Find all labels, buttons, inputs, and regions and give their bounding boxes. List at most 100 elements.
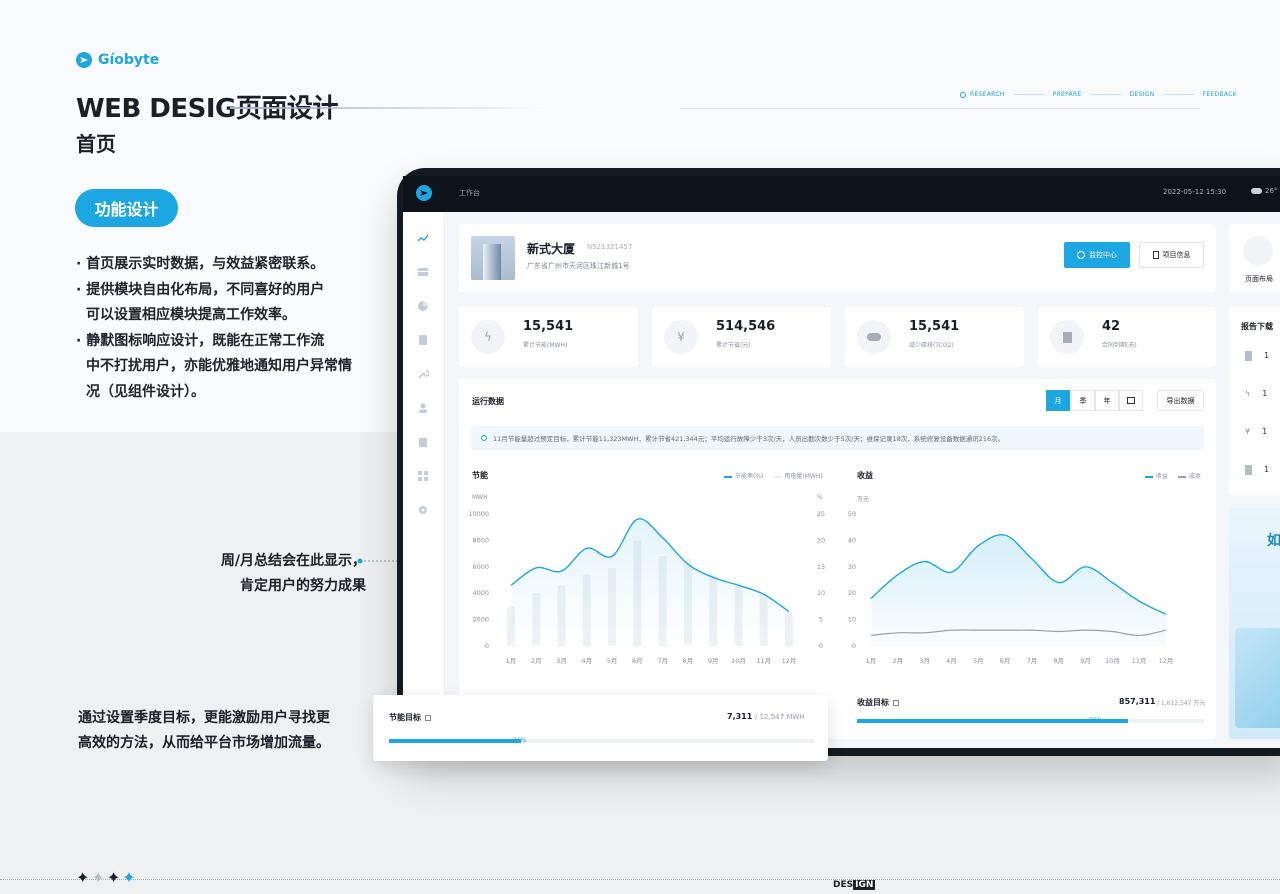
grid-icon[interactable] bbox=[417, 470, 429, 482]
building-icon[interactable] bbox=[417, 436, 429, 448]
edit-icon[interactable] bbox=[425, 714, 431, 721]
title-underline bbox=[230, 107, 550, 109]
energy-goal-value: 7,311 bbox=[727, 712, 753, 721]
bullet-line: 中不打扰用户，亦能优雅地通知用户异常情 bbox=[86, 358, 352, 374]
app-sidebar bbox=[403, 212, 445, 748]
period-month-tab[interactable]: 月 bbox=[1046, 390, 1070, 411]
project-name: 新式大厦 bbox=[527, 242, 576, 256]
energy-legend: 节能率(%) 用电量(MWH) bbox=[724, 471, 823, 480]
topbar-section: 工作台 bbox=[459, 189, 480, 197]
footer-diamonds: ✦ ✦ ✦ ✦ bbox=[76, 868, 136, 887]
process-steps: RESEARCH PREPARE DESIGN FEEDBACK bbox=[960, 91, 1237, 98]
pie-chart-icon[interactable] bbox=[417, 300, 429, 312]
y2-tick-label: 10 bbox=[817, 589, 825, 597]
project-info-label: 项目信息 bbox=[1162, 251, 1191, 259]
y-tick-label: 6000 bbox=[472, 563, 489, 571]
weather: 26° bbox=[1251, 187, 1277, 195]
revenue-chart: 0 10 20 30 40 50 1月 2月 3月 4月 5月 6月 7月 8月 9月 10月 11月 12月 bbox=[848, 510, 1174, 665]
report-digit: 1 bbox=[1264, 351, 1270, 360]
stat-card: ¥ 514,546 累计节省(元) bbox=[652, 307, 831, 367]
legend-item: 用电量(MWH) bbox=[773, 471, 823, 480]
bullet-line: 况（见组件设计）。 bbox=[86, 383, 205, 400]
footer-divider bbox=[0, 879, 1280, 880]
report-item[interactable]: 1 bbox=[1245, 351, 1269, 361]
annotation-line: 周/月总结会在此显示， bbox=[220, 553, 366, 569]
bullet-line: 可以设置相应模块提高工作效率。 bbox=[86, 307, 296, 323]
report-item[interactable]: ϟ1 bbox=[1245, 389, 1267, 398]
goal-label-text: 节能目标 bbox=[389, 713, 421, 722]
energy-goal-fill bbox=[389, 739, 521, 743]
energy-goal-total: / 12,547 MWH bbox=[755, 713, 805, 721]
y2-tick-label: 0 bbox=[819, 642, 823, 650]
function-design-button[interactable]: 功能设计 bbox=[75, 189, 178, 227]
x-tick-label: 2月 bbox=[892, 657, 903, 665]
user-icon[interactable] bbox=[417, 402, 429, 414]
x-tick-label: 3月 bbox=[556, 657, 567, 665]
footer-tag: DES IGN bbox=[833, 880, 876, 890]
legend-label: 节能率(%) bbox=[735, 473, 764, 480]
export-button[interactable]: 导出数据 bbox=[1157, 390, 1204, 411]
y2-tick-label: 15 bbox=[817, 563, 825, 571]
layout-card[interactable]: 页面布局 bbox=[1229, 224, 1280, 292]
cloud-icon bbox=[857, 320, 891, 354]
settings-icon[interactable] bbox=[417, 504, 429, 516]
stat-label: 合同到期(天) bbox=[1102, 342, 1137, 349]
period-year-tab[interactable]: 年 bbox=[1095, 390, 1119, 411]
monitor-center-button[interactable]: 监控中心 bbox=[1064, 242, 1130, 268]
topbar-datetime: 2022-05-12 15:30 bbox=[1163, 188, 1227, 196]
building-photo bbox=[471, 236, 515, 280]
revenue-goal-value: 857,311 bbox=[1119, 697, 1156, 706]
document-icon[interactable] bbox=[417, 334, 429, 346]
period-quarter-tab[interactable]: 季 bbox=[1071, 390, 1095, 411]
y-tick-label: 4000 bbox=[472, 589, 489, 597]
notice-banner: 11月节能量超过预定目标，累计节能11,323MWH，累计节省421,344元；… bbox=[471, 426, 1204, 450]
project-card: 新式大厦 NS21321457 广东省广州市天河区珠江新城1号 监控中心 项目信… bbox=[459, 224, 1216, 292]
calendar-button[interactable] bbox=[1119, 390, 1143, 411]
stat-card: 42 合同到期(天) bbox=[1038, 307, 1216, 367]
page-subtitle: 首页 bbox=[76, 132, 116, 156]
revenue-goal-label: 收益目标 bbox=[857, 697, 899, 708]
report-digit: 1 bbox=[1262, 389, 1268, 398]
legend-item: 成本 bbox=[1178, 471, 1201, 480]
y-tick-label: 2000 bbox=[472, 616, 489, 624]
report-item[interactable]: 1 bbox=[1245, 465, 1269, 475]
brand-name: Gíobyte bbox=[98, 52, 160, 68]
step-prepare: PREPARE bbox=[1052, 91, 1082, 98]
energy-y2-unit: % bbox=[817, 494, 823, 501]
x-tick-label: 8月 bbox=[1053, 657, 1064, 665]
trend-icon[interactable] bbox=[417, 232, 429, 244]
project-info-button[interactable]: 项目信息 bbox=[1139, 242, 1204, 268]
y-tick-label: 20 bbox=[848, 589, 856, 597]
x-tick-label: 4月 bbox=[581, 657, 592, 665]
y-tick-label: 0 bbox=[485, 642, 489, 650]
goal-unit: 万元 bbox=[1193, 700, 1206, 707]
x-tick-label: 7月 bbox=[657, 657, 668, 665]
energy-goal-track bbox=[389, 739, 814, 743]
rate-area bbox=[511, 518, 789, 646]
cloud-icon bbox=[1251, 188, 1262, 194]
app-logo-icon bbox=[416, 185, 432, 201]
goal-total: 12,547 bbox=[759, 713, 785, 721]
legend-label: 收益 bbox=[1156, 473, 1169, 480]
stat-label: 累计节省(元) bbox=[716, 342, 751, 349]
table-icon[interactable] bbox=[417, 266, 429, 278]
stat-card: ϟ 15,541 累计节能(MWH) bbox=[459, 307, 638, 367]
stat-label: 减少碳排(TCO2) bbox=[909, 342, 954, 349]
y-tick-label: 40 bbox=[848, 536, 856, 544]
x-tick-label: 7月 bbox=[1027, 657, 1038, 665]
energy-goal-percent: 31% bbox=[513, 737, 527, 744]
y2-tick-label: 25 bbox=[817, 510, 825, 518]
bullet-line: · 静默图标响应设计，既能在正常工作流 bbox=[76, 332, 325, 349]
wrench-icon[interactable] bbox=[417, 368, 429, 380]
bullet-line: · 首页展示实时数据，与效益紧密联系。 bbox=[76, 256, 325, 272]
x-tick-label: 5月 bbox=[607, 657, 618, 665]
x-tick-label: 10月 bbox=[731, 657, 746, 665]
x-tick-label: 1月 bbox=[866, 657, 877, 665]
report-item[interactable]: ¥1 bbox=[1245, 427, 1267, 436]
energy-chart-title: 节能 bbox=[472, 471, 488, 480]
promo-banner[interactable]: 如 bbox=[1229, 508, 1280, 739]
stat-value: 15,541 bbox=[909, 319, 960, 334]
edit-icon[interactable] bbox=[893, 699, 899, 706]
annotation-line: 高效的方法，从而给平台市场增加流量。 bbox=[78, 735, 330, 751]
x-tick-label: 6月 bbox=[632, 657, 643, 665]
